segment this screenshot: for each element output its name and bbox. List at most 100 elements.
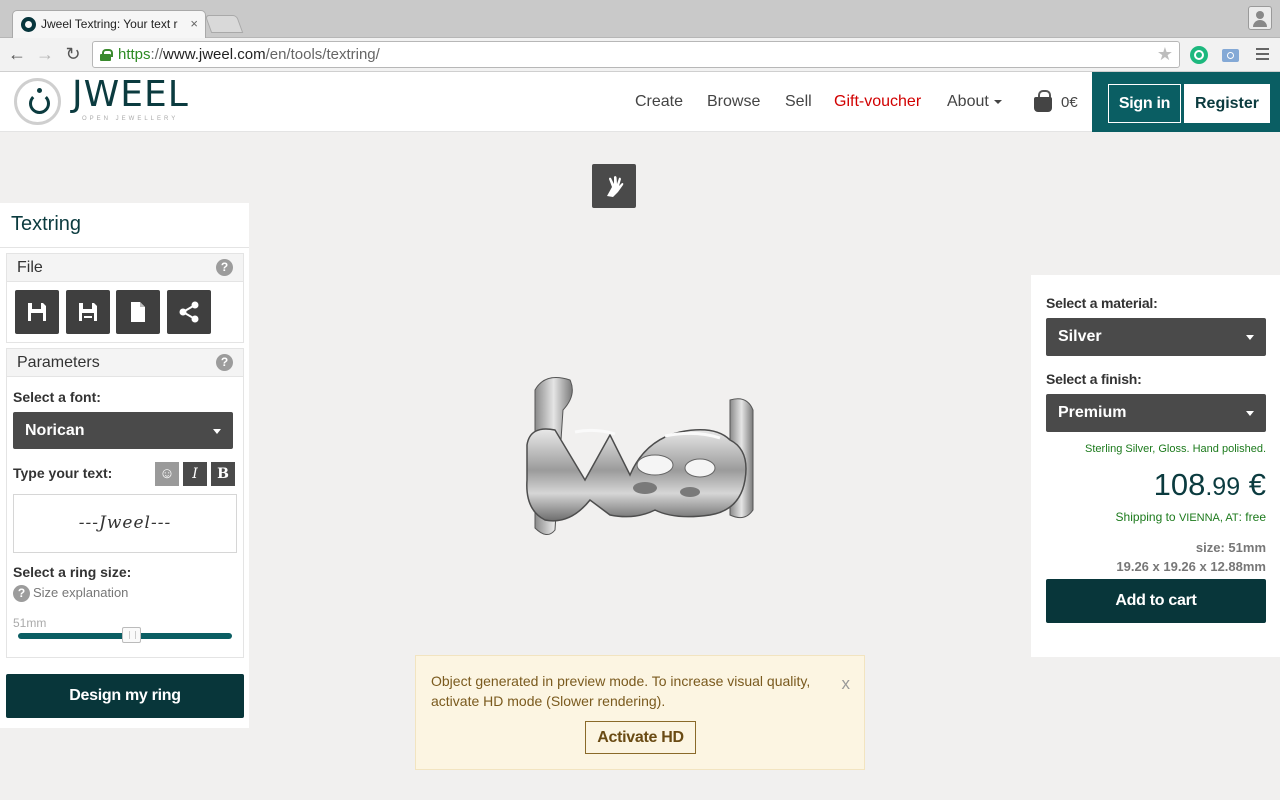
italic-button[interactable]: I (183, 462, 207, 486)
logo-tagline: OPEN JEWELLERY (82, 116, 179, 122)
parameters-help-icon[interactable]: ? (216, 354, 233, 371)
chevron-down-icon (213, 429, 221, 434)
new-file-button[interactable] (116, 290, 160, 334)
site-header: JWEEL OPEN JEWELLERY Create Browse Sell … (0, 72, 1280, 132)
help-icon: ? (13, 585, 30, 602)
nav-sell[interactable]: Sell (785, 93, 812, 111)
ring-text-value: ---Jweel--- (78, 513, 172, 533)
ring-render (526, 377, 754, 535)
tab-close-icon[interactable]: × (190, 16, 198, 31)
reload-icon[interactable]: ↻ (62, 43, 84, 65)
notice-text: Object generated in preview mode. To inc… (431, 673, 811, 709)
new-document-icon (131, 302, 145, 322)
nav-browse[interactable]: Browse (707, 93, 760, 111)
chevron-down-icon (1246, 411, 1254, 416)
size-explanation-label: Size explanation (33, 585, 129, 600)
parameters-section-header: Parameters ? (7, 349, 243, 377)
close-icon[interactable]: x (842, 674, 851, 694)
new-tab-button[interactable] (204, 15, 244, 33)
file-section: File ? (6, 253, 244, 343)
parameters-section-title: Parameters (17, 354, 100, 371)
emoji-button[interactable]: ☺ (155, 462, 179, 486)
sign-in-button[interactable]: Sign in (1108, 84, 1181, 123)
ring-size-value: 51mm (13, 616, 47, 630)
order-panel: Select a material: Silver Select a finis… (1031, 275, 1280, 657)
save-as-button[interactable] (66, 290, 110, 334)
share-button[interactable] (167, 290, 211, 334)
profile-icon[interactable] (1248, 6, 1272, 30)
hand-icon (607, 176, 624, 197)
divider (0, 247, 249, 248)
font-label: Select a font: (13, 389, 101, 405)
material-select-value: Silver (1058, 328, 1102, 345)
forward-arrow-icon[interactable]: → (34, 43, 56, 65)
font-select-value: Norican (25, 422, 85, 439)
register-button[interactable]: Register (1184, 84, 1270, 123)
font-select[interactable]: Norican (13, 412, 233, 449)
ring-size-slider-handle[interactable] (121, 627, 141, 643)
share-icon (179, 301, 199, 323)
text-label: Type your text: (13, 465, 113, 481)
bold-button[interactable]: B (211, 462, 235, 486)
nav-about-label: About (947, 93, 989, 110)
price-currency: € (1248, 467, 1266, 502)
finish-label: Select a finish: (1046, 371, 1142, 387)
url-text: https://www.jweel.com/en/tools/textring/ (118, 46, 380, 63)
shipping-text: Shipping to (1115, 510, 1176, 524)
camera-extension-icon[interactable] (1222, 49, 1239, 62)
ring-text-input[interactable]: ---Jweel--- (13, 494, 237, 553)
price-decimals: .99 (1205, 473, 1241, 501)
size-explanation-link[interactable]: ? Size explanation (13, 585, 128, 602)
price: 108.99 € (1154, 467, 1266, 503)
ring-dimensions: 19.26 x 19.26 x 12.88mm (1116, 559, 1266, 574)
smiley-icon: ☺ (159, 465, 175, 482)
tab-title: Jweel Textring: Your text r (41, 17, 178, 31)
preview-mode-notice: Object generated in preview mode. To inc… (415, 655, 865, 770)
logo-text[interactable]: JWEEL (72, 74, 189, 115)
material-label: Select a material: (1046, 295, 1158, 311)
nav-create[interactable]: Create (635, 93, 683, 111)
textring-panel: Textring File ? Parameters ? Select a fo… (0, 203, 249, 728)
rotate-hand-tool-button[interactable] (592, 164, 636, 208)
finish-select[interactable]: Premium (1046, 394, 1266, 432)
file-help-icon[interactable]: ? (216, 259, 233, 276)
jweel-logo-icon[interactable] (14, 78, 61, 125)
material-select[interactable]: Silver (1046, 318, 1266, 356)
cart-total[interactable]: 0€ (1061, 94, 1078, 111)
chevron-down-icon (993, 99, 1002, 104)
save-icon (28, 303, 46, 321)
finish-description: Sterling Silver, Gloss. Hand polished. (1085, 443, 1266, 455)
address-bar[interactable]: https://www.jweel.com/en/tools/textring/… (92, 41, 1180, 68)
browser-tab-strip: Jweel Textring: Your text r × (0, 0, 1280, 38)
ring-size-label: Select a ring size: (13, 564, 132, 580)
browser-menu-icon[interactable] (1256, 48, 1269, 60)
price-main: 108 (1153, 467, 1206, 502)
activate-hd-button[interactable]: Activate HD (585, 721, 696, 754)
nav-gift-voucher[interactable]: Gift-voucher (834, 93, 921, 111)
save-button[interactable] (15, 290, 59, 334)
browser-toolbar: ← → ↻ https://www.jweel.com/en/tools/tex… (0, 38, 1280, 72)
file-section-header: File ? (7, 254, 243, 282)
parameters-section: Parameters ? Select a font: Norican Type… (6, 348, 244, 658)
panel-title: Textring (11, 213, 82, 235)
design-my-ring-button[interactable]: Design my ring (6, 674, 244, 718)
lock-icon (100, 49, 113, 61)
jweel-favicon-icon (21, 17, 36, 32)
shipping-info: Shipping to VIENNA, AT: free (1116, 510, 1266, 524)
ring-size-summary: size: 51mm (1195, 540, 1266, 555)
ring-3d-preview[interactable] (515, 370, 765, 550)
size-info: size: 51mm 19.26 x 19.26 x 12.88mm (1116, 538, 1266, 576)
back-arrow-icon[interactable]: ← (6, 43, 28, 65)
finish-select-value: Premium (1058, 404, 1127, 421)
browser-tab[interactable]: Jweel Textring: Your text r × (12, 10, 206, 38)
grammarly-extension-icon[interactable] (1190, 46, 1208, 64)
chevron-down-icon (1246, 335, 1254, 340)
add-to-cart-button[interactable]: Add to cart (1046, 579, 1266, 623)
save-as-icon (79, 303, 97, 321)
shipping-location[interactable]: VIENNA, AT (1179, 512, 1239, 524)
shopping-bag-icon[interactable] (1034, 90, 1054, 112)
nav-about[interactable]: About (947, 93, 1002, 111)
shipping-cost: : free (1238, 510, 1266, 524)
bookmark-star-icon[interactable]: ★ (1157, 44, 1173, 65)
file-section-title: File (17, 259, 43, 276)
